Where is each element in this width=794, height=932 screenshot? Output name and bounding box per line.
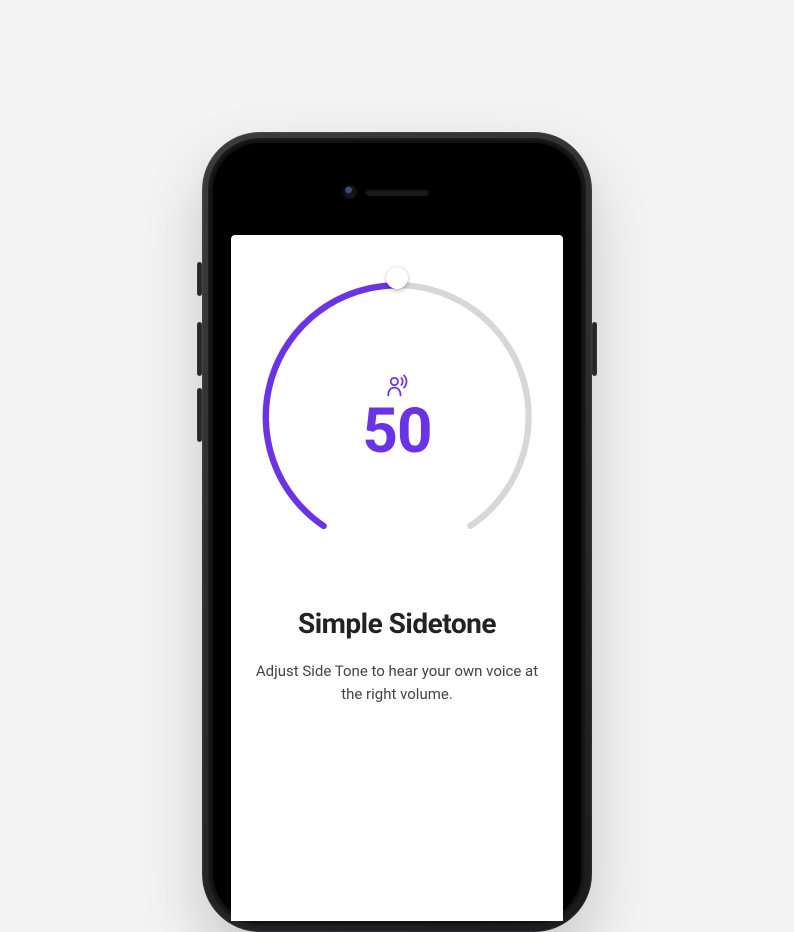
- sidetone-value: 50: [362, 401, 431, 463]
- feature-description: Adjust Side Tone to hear your own voice …: [247, 660, 547, 707]
- feature-title: Simple Sidetone: [298, 607, 496, 640]
- phone-mockup: 50 Simple Sidetone Adjust Side Tone to h…: [202, 132, 592, 932]
- sidetone-dial[interactable]: 50: [257, 277, 537, 557]
- power-button: [592, 322, 597, 376]
- app-screen: 50 Simple Sidetone Adjust Side Tone to h…: [231, 235, 563, 921]
- screen-bezel: 50 Simple Sidetone Adjust Side Tone to h…: [213, 143, 581, 921]
- front-camera: [343, 185, 357, 199]
- earpiece: [365, 189, 429, 196]
- dial-center: 50: [257, 277, 537, 557]
